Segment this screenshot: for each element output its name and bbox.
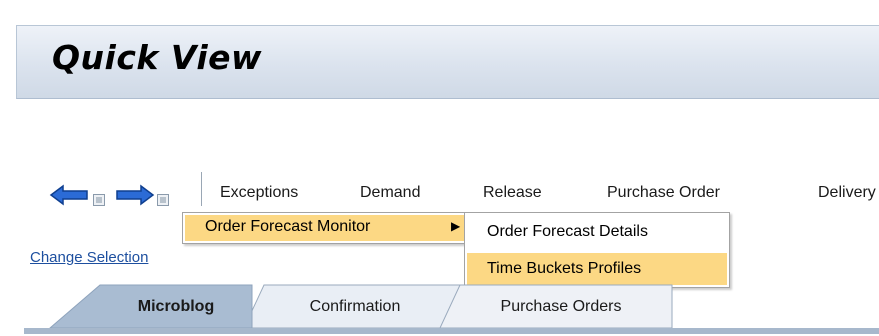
menu-order-forecast-details[interactable]: Order Forecast Details: [467, 217, 727, 247]
order-forecast-monitor-label: Order Forecast Monitor: [205, 218, 371, 235]
tab-microblog[interactable]: Microblog: [100, 285, 252, 329]
back-arrow-icon[interactable]: [49, 183, 89, 207]
menu-delivery[interactable]: Delivery: [818, 184, 876, 202]
tab-confirmation[interactable]: Confirmation: [266, 285, 444, 329]
time-buckets-profiles-label: Time Buckets Profiles: [487, 260, 642, 277]
submenu-arrow-icon: ▶: [451, 219, 461, 233]
menu-release[interactable]: Release: [483, 184, 542, 202]
menu-purchase-order[interactable]: Purchase Order: [607, 184, 720, 202]
page-title: Quick View: [52, 38, 262, 77]
menu-demand[interactable]: Demand: [360, 184, 420, 202]
change-selection-link[interactable]: Change Selection: [30, 249, 148, 266]
tab-purchase-orders[interactable]: Purchase Orders: [456, 285, 666, 329]
forward-history-icon[interactable]: [157, 194, 169, 206]
menu-order-forecast-monitor[interactable]: Order Forecast Monitor ▶: [185, 215, 465, 241]
page-header: Quick View: [16, 25, 879, 99]
exceptions-dropdown: Order Forecast Monitor ▶: [182, 212, 468, 244]
back-history-icon[interactable]: [93, 194, 105, 206]
order-forecast-submenu: Order Forecast Details Time Buckets Prof…: [464, 212, 730, 288]
toolbar-separator: [201, 172, 202, 206]
menu-exceptions[interactable]: Exceptions: [220, 184, 298, 202]
forward-arrow-icon[interactable]: [115, 183, 155, 207]
order-forecast-details-label: Order Forecast Details: [487, 223, 648, 240]
